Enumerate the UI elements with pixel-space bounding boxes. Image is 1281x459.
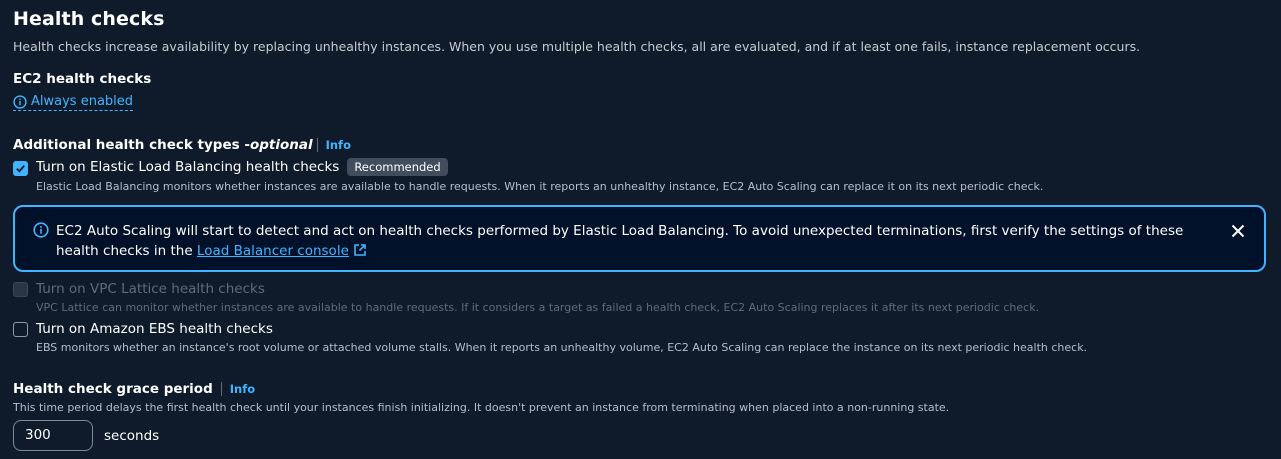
- alert-info-icon: [33, 222, 49, 238]
- elb-health-checks-checkbox[interactable]: [13, 161, 28, 176]
- ebs-health-checks-checkbox[interactable]: [13, 322, 28, 337]
- ebs-option-label[interactable]: Turn on Amazon EBS health checks: [36, 321, 273, 337]
- info-circle-icon: [13, 94, 27, 109]
- alert-message: EC2 Auto Scaling will start to detect an…: [56, 221, 1196, 261]
- vpc-lattice-checkbox: [13, 282, 28, 297]
- grace-period-unit: seconds: [104, 428, 160, 444]
- load-balancer-console-link[interactable]: Load Balancer console: [197, 243, 349, 259]
- grace-period-input[interactable]: 300: [13, 420, 93, 451]
- section-title: Health checks: [13, 8, 165, 30]
- info-link-grace[interactable]: Info: [220, 382, 255, 396]
- checkmark-icon: [16, 165, 25, 173]
- section-description: Health checks increase availability by r…: [13, 39, 1141, 54]
- external-link-icon[interactable]: [353, 243, 367, 257]
- elb-option-label[interactable]: Turn on Elastic Load Balancing health ch…: [36, 159, 339, 175]
- elb-info-alert: EC2 Auto Scaling will start to detect an…: [13, 205, 1266, 272]
- close-icon[interactable]: [1230, 223, 1246, 239]
- optional-tag: optional: [249, 137, 313, 153]
- elb-option-description: Elastic Load Balancing monitors whether …: [36, 180, 1044, 193]
- vpc-lattice-option-description: VPC Lattice can monitor whether instance…: [36, 301, 1040, 314]
- recommended-badge: Recommended: [347, 158, 448, 176]
- always-enabled-text: Always enabled: [31, 94, 134, 109]
- additional-types-header: Additional health check types - optional…: [13, 137, 351, 153]
- ec2-health-checks-label: EC2 health checks: [13, 71, 152, 87]
- ebs-option-description: EBS monitors whether an instance's root …: [36, 341, 1088, 354]
- grace-period-label: Health check grace period: [13, 381, 213, 397]
- grace-period-description: This time period delays the first health…: [13, 401, 950, 414]
- elb-option-row: Turn on Elastic Load Balancing health ch…: [36, 158, 448, 176]
- additional-types-label: Additional health check types -: [13, 137, 250, 153]
- info-link-additional[interactable]: Info: [316, 138, 351, 152]
- vpc-lattice-option-label: Turn on VPC Lattice health checks: [36, 281, 265, 297]
- always-enabled-link[interactable]: Always enabled: [13, 94, 134, 111]
- grace-period-header: Health check grace period Info: [13, 381, 255, 397]
